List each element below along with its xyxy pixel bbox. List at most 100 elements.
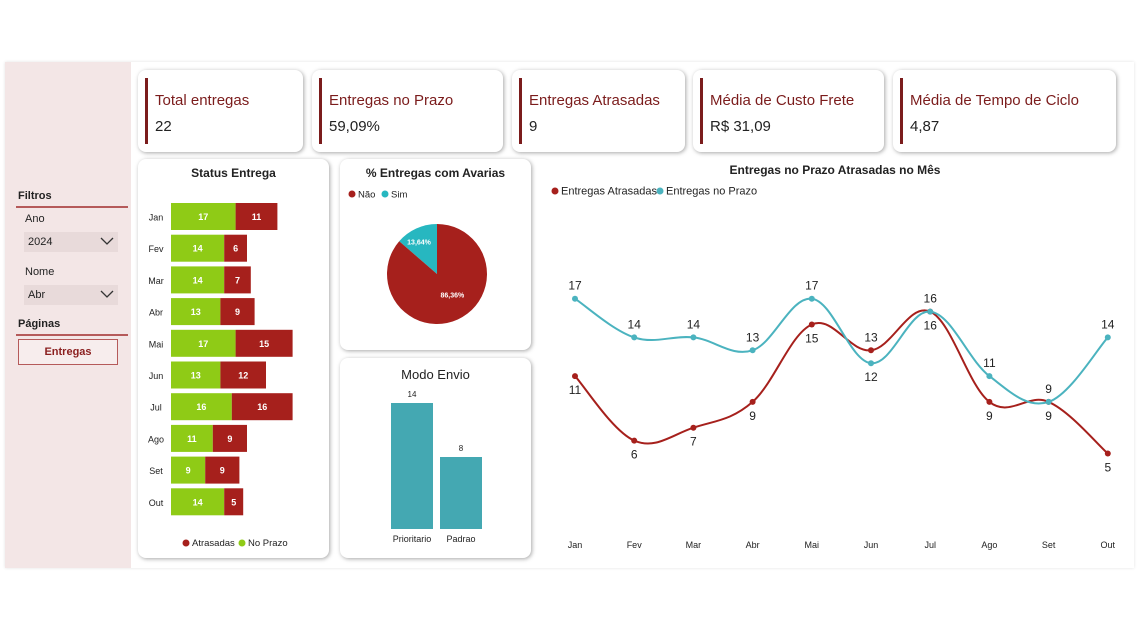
year-value: 2024 xyxy=(28,236,53,248)
category-tick-label: Ago xyxy=(148,434,164,444)
x-tick-label: Fev xyxy=(627,540,643,550)
x-tick-label: Set xyxy=(1042,540,1056,550)
line-point-no-prazo xyxy=(690,334,697,341)
modo-envio-bar xyxy=(391,403,433,529)
category-tick-label: Jun xyxy=(149,371,164,381)
legend-marker-no-prazo xyxy=(238,539,246,547)
kpi-card-total-entregas: Total entregas 22 xyxy=(138,70,303,152)
year-label: Ano xyxy=(25,213,45,225)
data-label-atrasadas: 9 xyxy=(227,434,232,444)
bar-data-label: 8 xyxy=(459,444,464,453)
line-data-label: 14 xyxy=(1101,317,1115,331)
kpi-title: Entregas Atrasadas xyxy=(529,92,660,109)
avarias-card: % Entregas com Avarias Não Sim 13,64% 86,36… xyxy=(340,159,531,350)
line-point-no-prazo xyxy=(631,334,638,341)
data-label-no-prazo: 13 xyxy=(191,371,201,381)
name-label: Nome xyxy=(25,266,55,278)
kpi-value: 59,09% xyxy=(329,118,380,135)
data-label-atrasadas: 11 xyxy=(252,212,262,222)
line-data-label: 9 xyxy=(986,409,993,423)
data-label-no-prazo: 17 xyxy=(198,339,208,349)
kpi-accent-bar xyxy=(900,78,903,144)
status-entrega-card: Status Entrega Jan 17 11 Fev 14 6 Mar 14 7 Abr 13 9… xyxy=(138,159,329,558)
legend-marker-atrasadas xyxy=(551,187,559,195)
data-label-no-prazo: 14 xyxy=(193,497,203,507)
line-point-atrasadas xyxy=(631,437,638,444)
kpi-title: Média de Custo Frete xyxy=(710,92,855,109)
kpi-title: Média de Tempo de Ciclo xyxy=(910,92,1079,109)
line-point-atrasadas xyxy=(690,424,697,431)
legend-marker-atrasadas xyxy=(182,539,190,547)
category-tick-label: Mar xyxy=(148,276,164,286)
line-point-no-prazo xyxy=(868,360,874,367)
pages-title: Páginas xyxy=(18,318,61,330)
chevron-down-icon xyxy=(100,290,114,298)
data-label-atrasadas: 16 xyxy=(257,402,267,412)
line-point-no-prazo xyxy=(1104,334,1111,341)
x-tick-label: Mai xyxy=(805,540,820,550)
category-tick-label: Set xyxy=(149,466,163,476)
avarias-pie-chart: Não Sim 13,64% 86,36% xyxy=(348,190,487,324)
data-label-atrasadas: 5 xyxy=(231,497,236,507)
data-label-no-prazo: 13 xyxy=(191,307,201,317)
modo-envio-bar xyxy=(440,457,482,529)
kpi-accent-bar xyxy=(319,78,322,144)
line-data-label: 11 xyxy=(983,356,996,370)
line-data-label: 12 xyxy=(864,370,878,384)
data-label-no-prazo: 14 xyxy=(193,275,203,285)
year-dropdown[interactable]: 2024 xyxy=(24,232,118,252)
x-tick-label: Jan xyxy=(568,540,583,550)
legend-marker-no-prazo xyxy=(656,187,664,195)
line-data-label: 13 xyxy=(746,330,760,344)
category-tick-label: Abr xyxy=(149,308,163,318)
entregas-page-button[interactable]: Entregas xyxy=(18,339,118,365)
legend-marker-nao xyxy=(348,190,356,198)
line-point-atrasadas xyxy=(808,321,815,328)
modo-envio-card: Modo Envio 14 Prioritario 8 Padrao xyxy=(340,358,531,558)
x-tick-label: Jun xyxy=(864,540,879,550)
x-tick-label: Mar xyxy=(686,540,702,550)
kpi-card-tempo-ciclo: Média de Tempo de Ciclo 4,87 xyxy=(893,70,1116,152)
category-tick-label: Out xyxy=(149,498,164,508)
pages-divider xyxy=(16,334,128,336)
data-label-no-prazo: 14 xyxy=(193,244,203,254)
kpi-card-entregas-no-prazo: Entregas no Prazo 59,09% xyxy=(312,70,503,152)
data-label-atrasadas: 9 xyxy=(220,466,225,476)
line-data-label: 5 xyxy=(1104,461,1111,475)
report-area: Total entregas 22 Entregas no Prazo 59,0… xyxy=(131,62,1134,568)
line-data-label: 9 xyxy=(1045,409,1052,423)
dashboard-canvas: Filtros Ano 2024 Nome Abr Páginas Entreg… xyxy=(5,62,1134,568)
line-point-atrasadas xyxy=(749,398,756,405)
x-tick-label: Out xyxy=(1101,540,1116,550)
kpi-card-entregas-atrasadas: Entregas Atrasadas 9 xyxy=(512,70,685,152)
data-label-no-prazo: 16 xyxy=(196,402,206,412)
line-data-label: 14 xyxy=(628,317,642,331)
kpi-card-custo-frete: Média de Custo Frete R$ 31,09 xyxy=(693,70,884,152)
x-tick-label: Abr xyxy=(746,540,760,550)
line-data-label: 13 xyxy=(864,330,878,344)
line-data-label: 11 xyxy=(569,383,582,397)
kpi-title: Entregas no Prazo xyxy=(329,92,454,109)
kpi-value: R$ 31,09 xyxy=(710,118,771,135)
filter-sidebar: Filtros Ano 2024 Nome Abr Páginas Entreg… xyxy=(5,62,131,568)
line-point-atrasadas xyxy=(572,373,578,380)
line-point-atrasadas xyxy=(1104,450,1111,457)
line-data-label: 14 xyxy=(687,317,701,331)
legend-marker-sim xyxy=(381,190,389,198)
line-chart-panel: Entregas no Prazo Atrasadas no Mês Entre… xyxy=(536,159,1134,559)
line-point-atrasadas xyxy=(868,347,874,354)
status-entrega-chart: Jan 17 11 Fev 14 6 Mar 14 7 Abr 13 9 Mai 17 15 Jun 13 12 J… xyxy=(148,203,293,549)
line-point-atrasadas xyxy=(986,398,993,405)
chevron-down-icon xyxy=(100,237,114,245)
pie-data-label: 86,36% xyxy=(440,292,465,299)
line-data-label: 17 xyxy=(805,279,819,293)
line-point-no-prazo xyxy=(1045,398,1052,405)
month-dropdown[interactable]: Abr xyxy=(24,285,118,305)
data-label-atrasadas: 9 xyxy=(235,307,240,317)
category-tick-label: Jan xyxy=(149,213,164,223)
legend-label-atrasadas: Atrasadas xyxy=(192,538,235,549)
line-data-label: 17 xyxy=(568,279,582,293)
bar-data-label: 14 xyxy=(408,390,417,399)
line-data-label: 9 xyxy=(1045,382,1052,396)
data-label-no-prazo: 17 xyxy=(198,212,208,222)
